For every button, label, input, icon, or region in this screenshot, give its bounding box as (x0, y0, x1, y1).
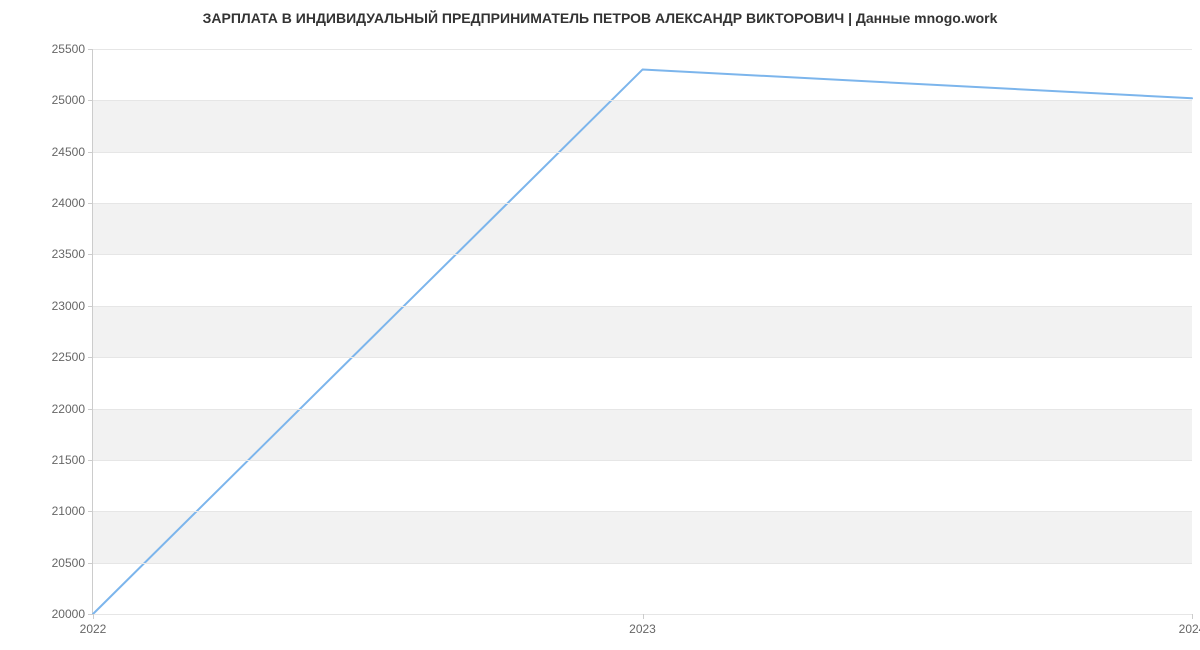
y-tick-label: 21000 (52, 504, 93, 518)
y-gridline (93, 306, 1192, 307)
chart-container: ЗАРПЛАТА В ИНДИВИДУАЛЬНЫЙ ПРЕДПРИНИМАТЕЛ… (0, 0, 1200, 650)
y-tick-label: 20500 (52, 556, 93, 570)
y-gridline (93, 100, 1192, 101)
y-gridline (93, 511, 1192, 512)
y-tick-label: 25500 (52, 42, 93, 56)
x-tick-label: 2024 (1179, 614, 1200, 636)
y-gridline (93, 254, 1192, 255)
y-tick-label: 24500 (52, 145, 93, 159)
y-tick-label: 25000 (52, 93, 93, 107)
x-tick-label: 2023 (629, 614, 656, 636)
y-gridline (93, 357, 1192, 358)
y-gridline (93, 409, 1192, 410)
y-gridline (93, 49, 1192, 50)
y-tick-label: 22000 (52, 402, 93, 416)
y-gridline (93, 563, 1192, 564)
y-tick-label: 24000 (52, 196, 93, 210)
x-tick-label: 2022 (80, 614, 107, 636)
line-layer (93, 49, 1192, 614)
y-tick-label: 21500 (52, 453, 93, 467)
plot-area: 2000020500210002150022000225002300023500… (92, 49, 1192, 615)
y-gridline (93, 152, 1192, 153)
y-tick-label: 23000 (52, 299, 93, 313)
chart-title: ЗАРПЛАТА В ИНДИВИДУАЛЬНЫЙ ПРЕДПРИНИМАТЕЛ… (0, 10, 1200, 26)
y-tick-label: 23500 (52, 247, 93, 261)
y-gridline (93, 460, 1192, 461)
y-tick-label: 22500 (52, 350, 93, 364)
y-gridline (93, 203, 1192, 204)
